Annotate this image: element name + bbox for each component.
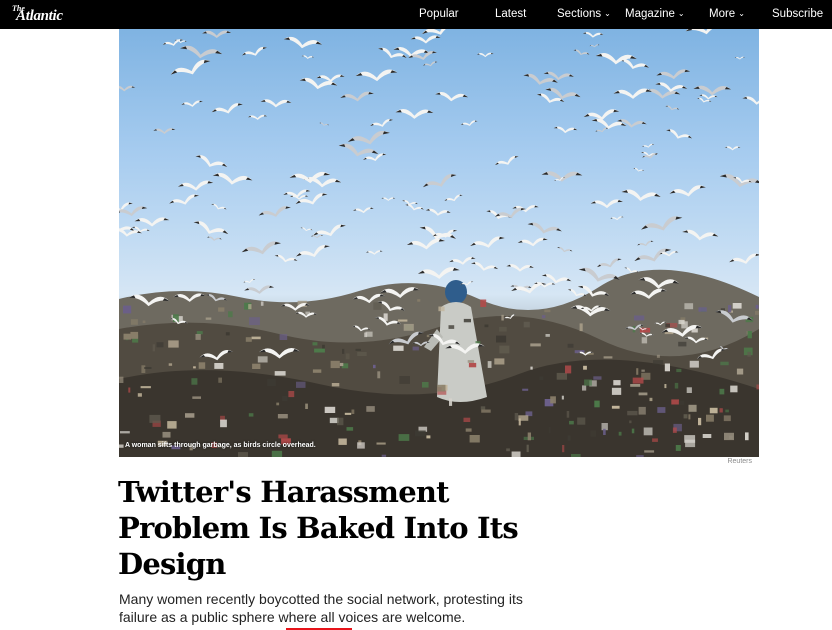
article-headline: Twitter's Harassment Problem Is Baked In… xyxy=(118,475,519,581)
chevron-down-icon: ⌄ xyxy=(604,9,611,18)
top-navbar: The Atlantic Popular Latest Sections ⌄ Ma… xyxy=(0,0,832,29)
nav-popular-label: Popular xyxy=(419,8,459,20)
nav-subscribe[interactable]: Subscribe xyxy=(772,0,823,29)
nav-popular[interactable]: Popular xyxy=(419,0,459,29)
chevron-down-icon: ⌄ xyxy=(738,9,745,18)
nav-magazine[interactable]: Magazine ⌄ xyxy=(625,0,685,29)
nav-more[interactable]: More ⌄ xyxy=(709,0,745,29)
nav-magazine-label: Magazine xyxy=(625,8,675,20)
nav-subscribe-label: Subscribe xyxy=(772,8,824,20)
hero-image: A woman sifts through garbage, as birds … xyxy=(119,29,759,457)
image-caption: A woman sifts through garbage, as birds … xyxy=(125,442,316,449)
logo-name: Atlantic xyxy=(16,8,63,24)
nav-sections-label: Sections xyxy=(557,8,602,20)
article-dek: Many women recently boycotted the social… xyxy=(119,591,523,625)
nav-sections[interactable]: Sections ⌄ xyxy=(557,0,611,29)
hero-photo-illustration xyxy=(119,29,759,457)
image-credit: Reuters xyxy=(727,458,752,465)
chevron-down-icon: ⌄ xyxy=(677,9,685,18)
nav-more-label: More xyxy=(709,8,736,20)
nav-latest[interactable]: Latest xyxy=(495,0,526,29)
nav-latest-label: Latest xyxy=(495,8,527,20)
